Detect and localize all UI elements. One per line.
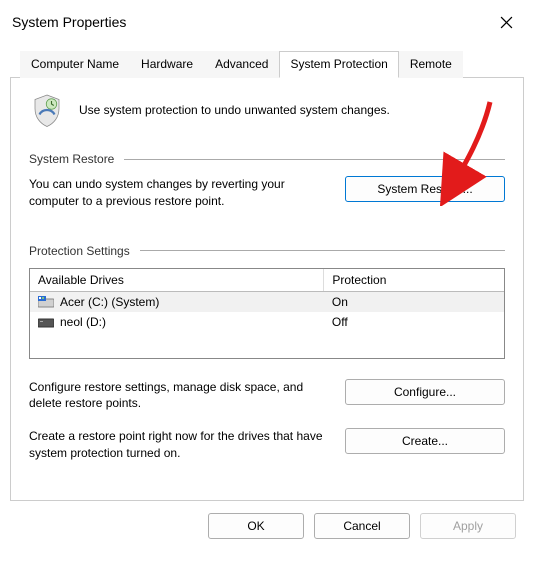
restore-description: You can undo system changes by reverting… [29, 176, 325, 210]
system-restore-button[interactable]: System Restore... [345, 176, 505, 202]
group-label: Protection Settings [29, 244, 130, 258]
cancel-button[interactable]: Cancel [314, 513, 410, 539]
tab-strip: Computer Name Hardware Advanced System P… [10, 50, 524, 78]
divider [124, 159, 505, 160]
create-button[interactable]: Create... [345, 428, 505, 454]
close-icon [500, 16, 513, 29]
table-row[interactable]: Acer (C:) (System) On [30, 291, 504, 312]
divider [140, 250, 505, 251]
intro-row: Use system protection to undo unwanted s… [29, 92, 505, 128]
drive-icon [38, 316, 54, 328]
drive-name: neol (D:) [60, 315, 106, 329]
tab-remote[interactable]: Remote [399, 51, 463, 78]
window-title: System Properties [12, 14, 126, 30]
drive-status: On [324, 291, 504, 312]
create-description: Create a restore point right now for the… [29, 428, 325, 462]
close-button[interactable] [488, 8, 524, 36]
tab-hardware[interactable]: Hardware [130, 51, 204, 78]
configure-button[interactable]: Configure... [345, 379, 505, 405]
column-header-protection[interactable]: Protection [324, 269, 504, 292]
group-label: System Restore [29, 152, 114, 166]
ok-button[interactable]: OK [208, 513, 304, 539]
drives-table: Available Drives Protection Acer (C:) (S… [29, 268, 505, 359]
configure-description: Configure restore settings, manage disk … [29, 379, 325, 413]
table-row[interactable]: neol (D:) Off [30, 312, 504, 332]
restore-row: You can undo system changes by reverting… [29, 176, 505, 210]
intro-text: Use system protection to undo unwanted s… [79, 103, 390, 117]
tab-system-protection[interactable]: System Protection [279, 51, 398, 78]
configure-row: Configure restore settings, manage disk … [29, 379, 505, 413]
dialog-button-row: OK Cancel Apply [0, 501, 534, 551]
system-drive-icon [38, 296, 54, 308]
group-protection-settings: Protection Settings [29, 244, 505, 258]
column-header-drives[interactable]: Available Drives [30, 269, 324, 292]
create-row: Create a restore point right now for the… [29, 428, 505, 462]
protection-shield-icon [29, 92, 65, 128]
tab-computer-name[interactable]: Computer Name [20, 51, 130, 78]
drive-name: Acer (C:) (System) [60, 295, 159, 309]
tab-advanced[interactable]: Advanced [204, 51, 279, 78]
tab-panel: Use system protection to undo unwanted s… [10, 78, 524, 501]
group-system-restore: System Restore [29, 152, 505, 166]
drive-status: Off [324, 312, 504, 332]
title-bar: System Properties [0, 0, 534, 42]
apply-button: Apply [420, 513, 516, 539]
